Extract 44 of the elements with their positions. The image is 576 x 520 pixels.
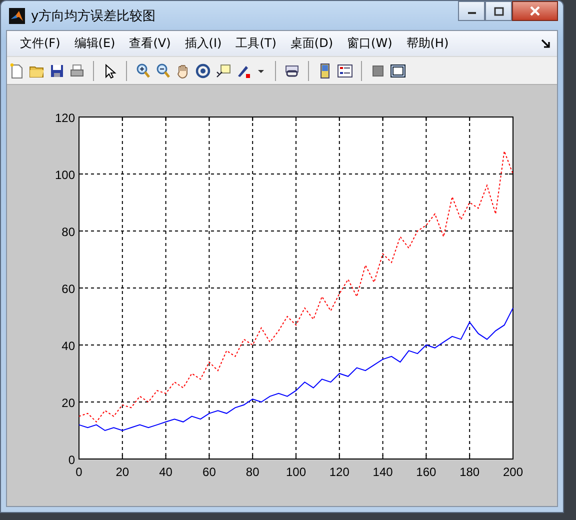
tick-label: 20 (116, 465, 130, 479)
menu-item[interactable]: 工具(T) (228, 33, 284, 54)
tick-label: 80 (246, 465, 260, 479)
menu-item[interactable]: 插入(I) (178, 33, 229, 54)
maximize-icon (494, 6, 504, 16)
close-button[interactable] (512, 1, 558, 21)
tick-label: 140 (372, 465, 393, 479)
tick-label: 40 (62, 339, 75, 353)
dock-arrow-icon[interactable] (541, 38, 551, 48)
square-icon[interactable] (370, 62, 386, 78)
tick-label: 0 (76, 465, 82, 479)
tick-label: 100 (286, 465, 306, 479)
window-title: y方向均方误差比较图 (31, 8, 156, 24)
zoom-in-icon[interactable] (135, 62, 151, 78)
menu-item[interactable]: 文件(F) (13, 33, 68, 54)
tick-label: 60 (62, 282, 75, 296)
zoom-out-icon[interactable] (155, 62, 171, 78)
tick-label: 80 (62, 225, 75, 239)
tick-label: 20 (62, 396, 75, 410)
maximize-button[interactable] (485, 1, 512, 21)
data-cursor-icon[interactable] (215, 62, 231, 78)
tick-label: 100 (54, 168, 75, 182)
rotate-icon[interactable] (195, 62, 211, 78)
tick-label: 160 (416, 465, 436, 479)
link-icon[interactable] (284, 62, 300, 78)
close-icon (529, 6, 541, 16)
save-icon[interactable] (49, 62, 65, 78)
tick-label: 120 (54, 111, 75, 125)
tick-label: 180 (460, 465, 480, 479)
new-file-icon[interactable] (9, 62, 25, 78)
tick-label: 0 (68, 453, 75, 467)
tick-label: 120 (329, 465, 350, 479)
menu-item[interactable]: 查看(V) (122, 33, 178, 54)
window-icon[interactable] (390, 62, 406, 78)
menu-item[interactable]: 桌面(D) (283, 33, 340, 54)
menu-item[interactable]: 帮助(H) (399, 33, 456, 54)
printer-icon[interactable] (69, 62, 85, 78)
menu-item[interactable]: 编辑(E) (67, 33, 122, 54)
tick-label: 40 (159, 465, 172, 479)
menu-item[interactable]: 窗口(W) (340, 33, 400, 54)
minimize-button[interactable] (458, 1, 485, 21)
tick-label: 200 (502, 465, 524, 479)
tick-label: 60 (202, 465, 216, 479)
legend-icon[interactable] (337, 62, 353, 78)
